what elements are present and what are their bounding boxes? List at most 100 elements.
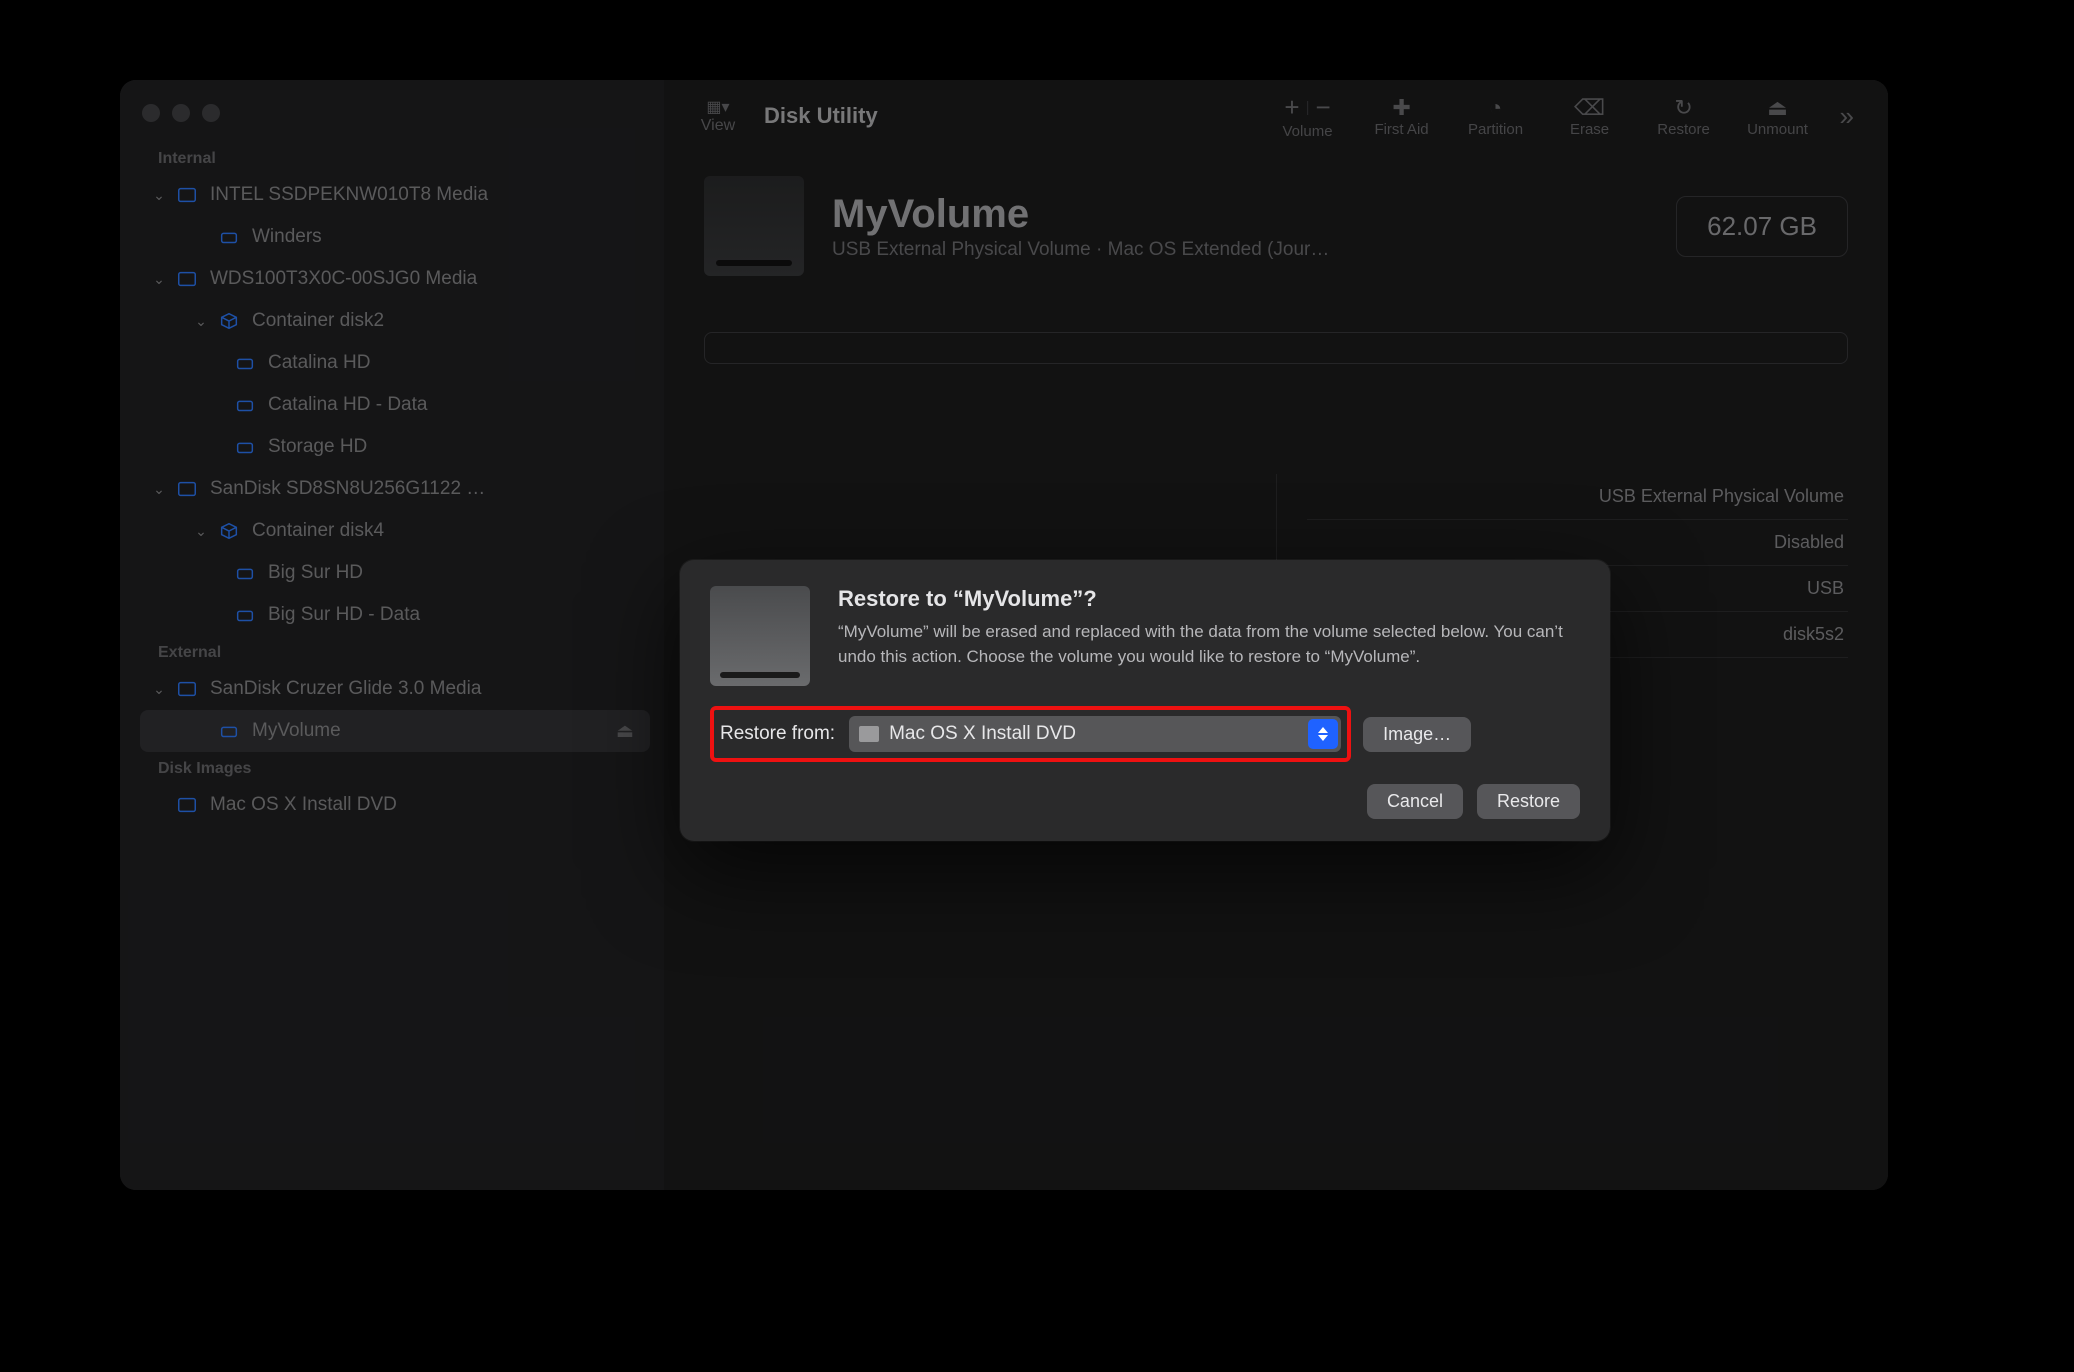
sidebar-section-external: External (158, 644, 650, 662)
highlight-annotation: Restore from: Mac OS X Install DVD (710, 706, 1351, 762)
volume-icon (234, 562, 256, 584)
popup-arrows-icon (1308, 719, 1338, 749)
volume-subtitle: USB External Physical Volume · Mac OS Ex… (832, 239, 1329, 261)
external-disk-icon (176, 268, 198, 290)
sidebar-diskimage-installdvd[interactable]: Mac OS X Install DVD (140, 784, 650, 826)
sidebar-item-label: Winders (252, 226, 322, 248)
image-button[interactable]: Image… (1363, 717, 1471, 752)
window-minimize-button[interactable] (172, 104, 190, 122)
external-disk-icon (176, 184, 198, 206)
minus-icon: − (1309, 92, 1336, 123)
sidebar-item-label: Catalina HD (268, 352, 370, 374)
volume-icon (234, 394, 256, 416)
chevron-down-icon[interactable]: ⌄ (146, 187, 172, 204)
erase-icon: ⌫ (1574, 95, 1605, 121)
sidebar-section-diskimages: Disk Images (158, 760, 650, 778)
window-zoom-button[interactable] (202, 104, 220, 122)
firstaid-icon: ✚ (1392, 95, 1410, 121)
toolbar-unmount[interactable]: ⏏ Unmount (1736, 95, 1820, 138)
sidebar: Internal ⌄ INTEL SSDPEKNW010T8 Media Win… (120, 80, 664, 1190)
sidebar-item-label: Container disk2 (252, 310, 384, 332)
sidebar-item-label: SanDisk SD8SN8U256G1122 … (210, 478, 485, 500)
restore-from-value: Mac OS X Install DVD (889, 723, 1076, 745)
sidebar-container-disk4[interactable]: ⌄ Container disk4 (140, 510, 650, 552)
chevron-down-icon[interactable]: ⌄ (188, 523, 214, 540)
disk-image-icon (176, 794, 198, 816)
sidebar-disk-wds[interactable]: ⌄ WDS100T3X0C-00SJG0 Media (140, 258, 650, 300)
toolbar-partition[interactable]: ◔ Partition (1454, 95, 1538, 138)
toolbar-firstaid[interactable]: ✚ First Aid (1360, 95, 1444, 138)
plus-icon: + (1278, 92, 1305, 123)
sidebar-volume-catalina[interactable]: Catalina HD (140, 342, 650, 384)
volume-name: MyVolume (832, 192, 1329, 237)
sidebar-item-label: Mac OS X Install DVD (210, 794, 397, 816)
sidebar-disk-cruzer[interactable]: ⌄ SanDisk Cruzer Glide 3.0 Media (140, 668, 650, 710)
sidebar-section-internal: Internal (158, 150, 650, 168)
window-close-button[interactable] (142, 104, 160, 122)
sidebar-volume-bigsur[interactable]: Big Sur HD (140, 552, 650, 594)
toolbar-firstaid-label: First Aid (1374, 121, 1428, 138)
toolbar-view-label: View (701, 117, 735, 135)
sidebar-item-label: Container disk4 (252, 520, 384, 542)
restore-button[interactable]: Restore (1477, 784, 1580, 819)
sidebar-disk-sandisk-sd8[interactable]: ⌄ SanDisk SD8SN8U256G1122 … (140, 468, 650, 510)
table-row: USB External Physical Volume (1307, 474, 1849, 520)
chevron-down-icon[interactable]: ⌄ (146, 681, 172, 698)
eject-icon[interactable]: ⏏ (616, 720, 634, 743)
toolbar-volume[interactable]: +|− Volume (1266, 92, 1350, 140)
sidebar-volume-winders[interactable]: Winders (140, 216, 650, 258)
restore-icon: ↻ (1674, 95, 1692, 121)
toolbar-restore-label: Restore (1657, 121, 1710, 138)
volume-icon (859, 726, 879, 742)
partition-icon: ◔ (1489, 95, 1502, 121)
app-title: Disk Utility (764, 103, 878, 129)
disk-utility-window: Internal ⌄ INTEL SSDPEKNW010T8 Media Win… (120, 80, 1888, 1190)
restore-from-popup[interactable]: Mac OS X Install DVD (849, 716, 1341, 752)
chevron-down-icon[interactable]: ⌄ (188, 313, 214, 330)
sidebar-volume-catalina-data[interactable]: Catalina HD - Data (140, 384, 650, 426)
toolbar-unmount-label: Unmount (1747, 121, 1808, 138)
sidebar-volume-myvolume[interactable]: MyVolume ⏏ (140, 710, 650, 752)
sidebar-item-label: Big Sur HD (268, 562, 363, 584)
volume-usage-bar (704, 332, 1848, 364)
volume-icon (234, 352, 256, 374)
sidebar-toggle-icon: ▦▾ (706, 97, 729, 117)
sidebar-item-label: Big Sur HD - Data (268, 604, 420, 626)
chevron-down-icon[interactable]: ⌄ (146, 271, 172, 288)
sidebar-item-label: MyVolume (252, 720, 341, 742)
unmount-icon: ⏏ (1767, 95, 1788, 121)
toolbar-overflow-icon[interactable]: » (1830, 101, 1864, 132)
volume-artwork-icon (704, 176, 804, 276)
volume-icon (218, 226, 240, 248)
restore-sheet: Restore to “MyVolume”? “MyVolume” will b… (680, 560, 1610, 841)
chevron-down-icon[interactable]: ⌄ (146, 481, 172, 498)
sidebar-item-label: SanDisk Cruzer Glide 3.0 Media (210, 678, 481, 700)
container-icon (218, 520, 240, 542)
sidebar-container-disk2[interactable]: ⌄ Container disk2 (140, 300, 650, 342)
volume-icon (218, 720, 240, 742)
container-icon (218, 310, 240, 332)
volume-icon (234, 436, 256, 458)
volume-icon (234, 604, 256, 626)
sidebar-disk-intel[interactable]: ⌄ INTEL SSDPEKNW010T8 Media (140, 174, 650, 216)
toolbar-partition-label: Partition (1468, 121, 1523, 138)
window-traffic-lights (140, 98, 650, 142)
external-disk-icon (176, 478, 198, 500)
sheet-body: “MyVolume” will be erased and replaced w… (838, 620, 1580, 669)
toolbar-volume-label: Volume (1283, 123, 1333, 140)
sidebar-volume-bigsur-data[interactable]: Big Sur HD - Data (140, 594, 650, 636)
sheet-disk-icon (710, 586, 810, 686)
toolbar-erase[interactable]: ⌫ Erase (1548, 95, 1632, 138)
cancel-button[interactable]: Cancel (1367, 784, 1463, 819)
sidebar-volume-storage[interactable]: Storage HD (140, 426, 650, 468)
sheet-title: Restore to “MyVolume”? (838, 586, 1580, 612)
sidebar-item-label: Catalina HD - Data (268, 394, 427, 416)
toolbar-restore[interactable]: ↻ Restore (1642, 95, 1726, 138)
external-disk-icon (176, 678, 198, 700)
toolbar-view[interactable]: ▦▾ View (688, 97, 748, 135)
sidebar-item-label: WDS100T3X0C-00SJG0 Media (210, 268, 477, 290)
volume-header: MyVolume USB External Physical Volume · … (704, 176, 1848, 276)
sidebar-item-label: Storage HD (268, 436, 367, 458)
volume-size-badge: 62.07 GB (1676, 196, 1848, 257)
sidebar-item-label: INTEL SSDPEKNW010T8 Media (210, 184, 488, 206)
